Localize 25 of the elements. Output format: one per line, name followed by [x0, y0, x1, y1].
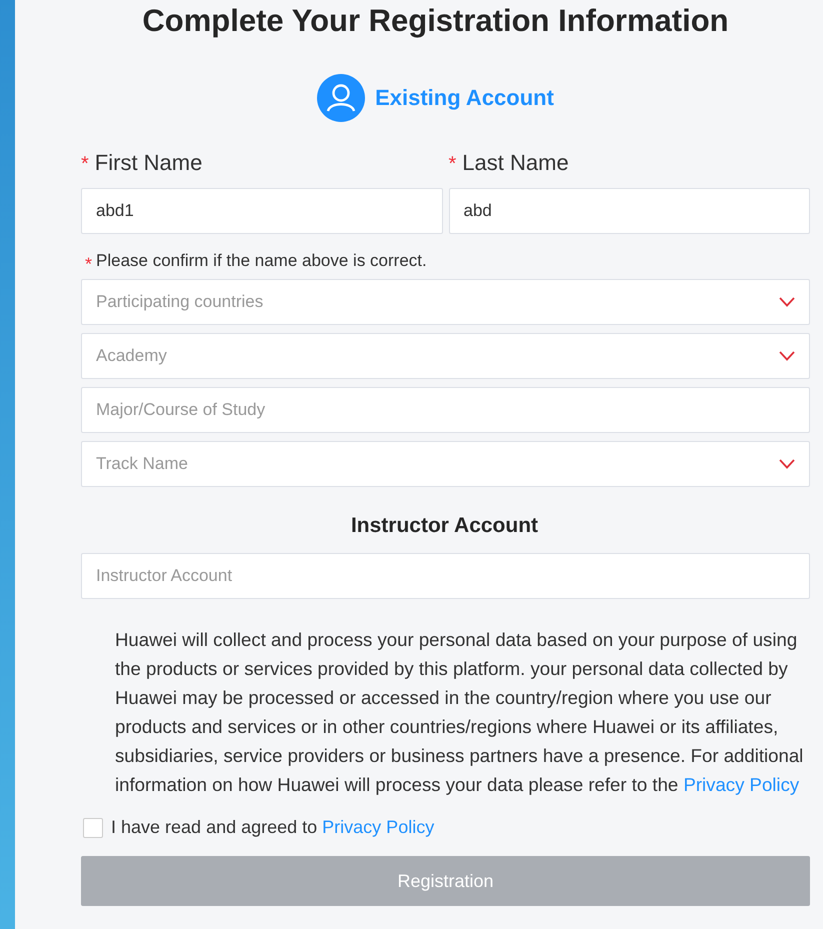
input-field[interactable]: Instructor Account [81, 553, 810, 599]
name-field[interactable]: abd [448, 188, 810, 234]
section-heading: Instructor Account [350, 514, 540, 538]
privacy-notice: Huawei will collect and process your personal data based on your purpose of using the products or services provided by this platform. your personal data collected by Huawei may be processed or accessed in the country/region where you use our products and services or in other countries/regions where Huawei or its affiliates, subsidiaries, service providers or business partners have a presence. For additional information on how Huawei will process your data please refer to the Privacy Policy [115, 628, 804, 797]
user-icon [317, 74, 366, 122]
input-field[interactable]: Major/Course of Study [81, 387, 810, 433]
chevron-down-icon [779, 297, 795, 307]
agreement-text: I have read and agreed to Privacy Policy [111, 817, 434, 838]
existing-account-link[interactable]: Existing Account [375, 85, 554, 111]
select-field[interactable]: Participating countries [81, 279, 810, 325]
select-field[interactable]: Track Name [81, 441, 810, 487]
field-label: First Name [94, 150, 202, 176]
required-mark: * [85, 254, 92, 275]
required-mark: * [448, 153, 456, 176]
privacy-policy-link[interactable]: Privacy Policy [322, 817, 434, 837]
checkbox[interactable] [83, 818, 103, 838]
required-mark: * [81, 153, 89, 176]
chevron-down-icon [779, 351, 795, 361]
select-field[interactable]: Academy [81, 333, 810, 379]
chevron-down-icon [779, 459, 795, 469]
privacy-policy-link[interactable]: Privacy Policy [683, 774, 800, 795]
name-field[interactable]: abd1 [81, 188, 442, 234]
page-title: Complete Your Registration Information [141, 2, 730, 40]
field-label: Last Name [462, 150, 569, 176]
confirm-note: Please confirm if the name above is correct. [96, 251, 427, 271]
